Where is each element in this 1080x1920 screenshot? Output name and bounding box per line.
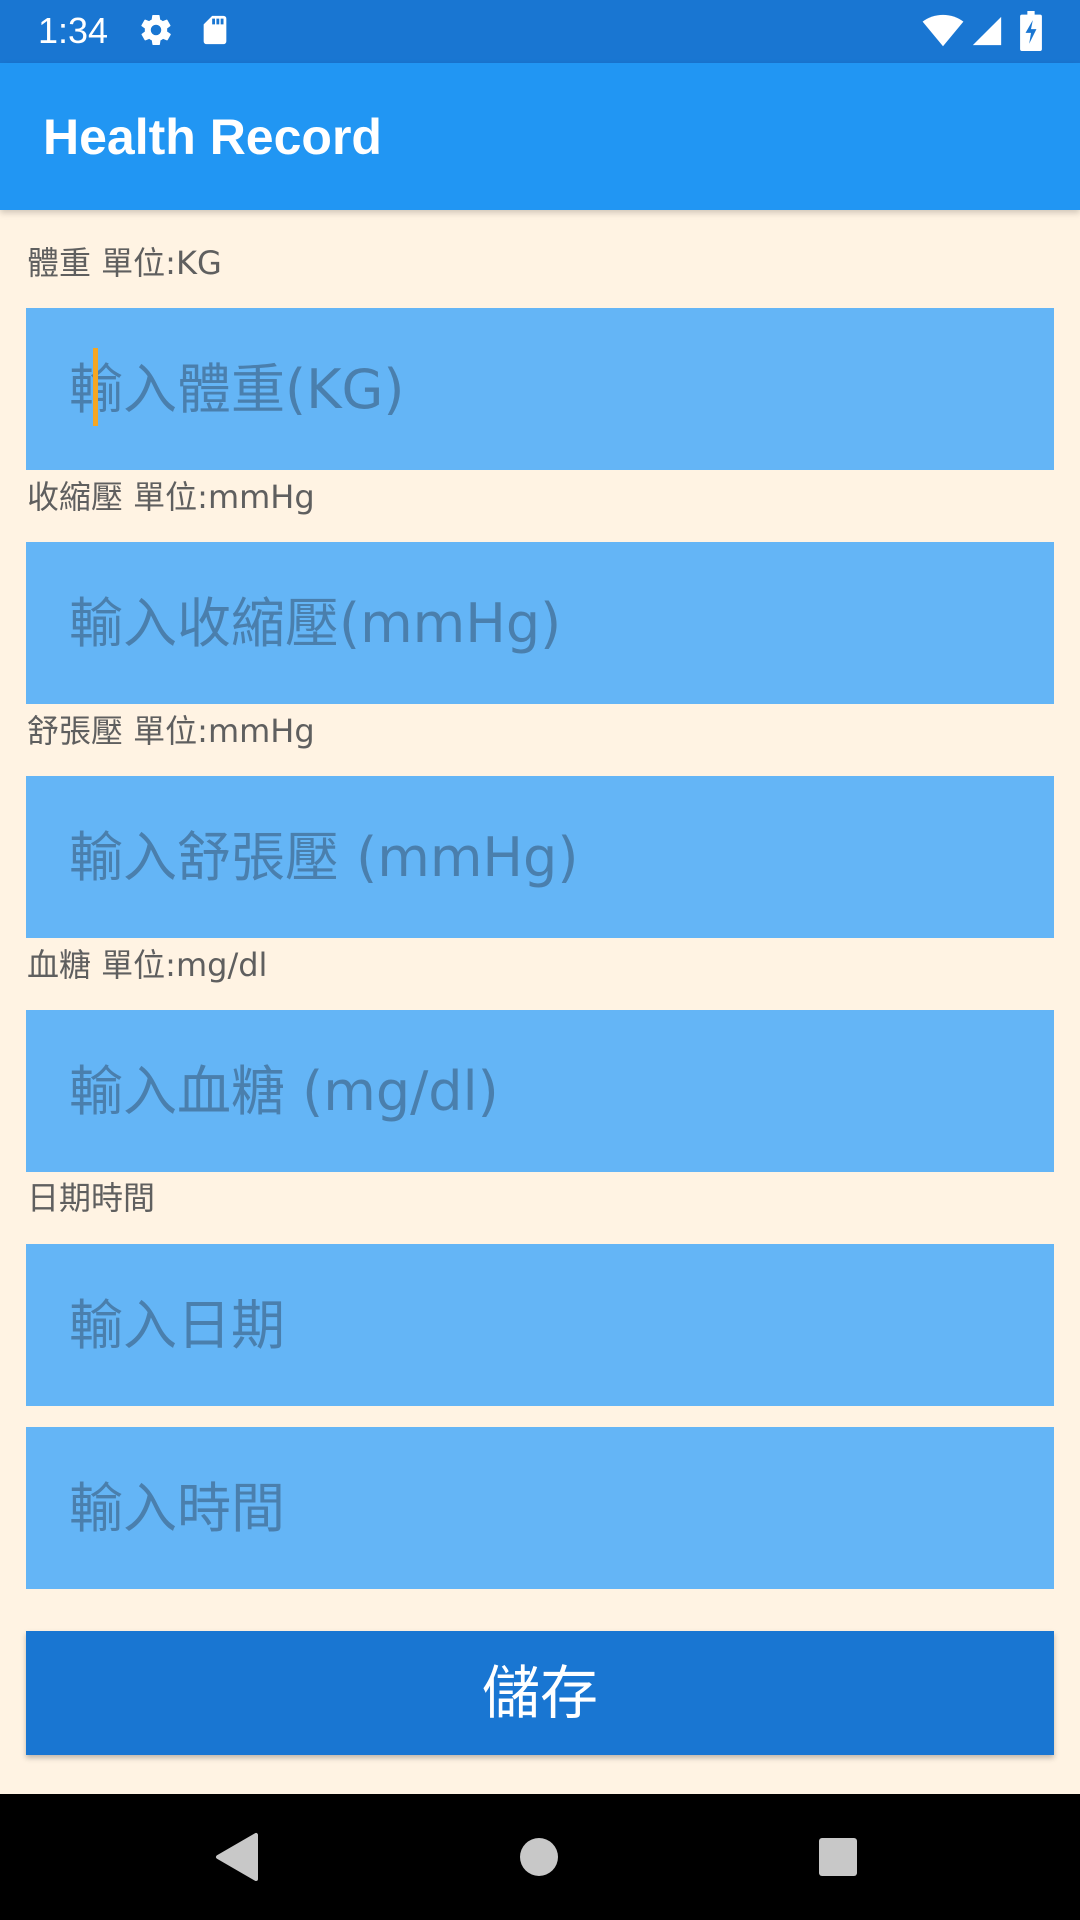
battery-charging-icon	[1020, 11, 1042, 55]
sd-card-icon	[198, 12, 232, 52]
status-time: 1:34	[38, 10, 109, 51]
app-title: Health Record	[43, 109, 382, 165]
text-cursor	[93, 348, 98, 426]
date-input[interactable]	[26, 1244, 1054, 1406]
gear-icon	[138, 12, 174, 52]
app-bar: Health Record	[0, 63, 1080, 210]
datetime-label: 日期時間	[27, 1179, 156, 1217]
home-icon[interactable]	[459, 1794, 619, 1920]
save-button[interactable]: 儲存	[26, 1631, 1054, 1755]
diastolic-input[interactable]	[26, 776, 1054, 938]
screen: 1:34 Health Record 體重 單位:KG 輸入體重(KG) 收縮壓…	[0, 0, 1080, 1920]
blood-sugar-field-container	[26, 1010, 1054, 1172]
blood-sugar-input[interactable]	[26, 1010, 1054, 1172]
time-input[interactable]	[26, 1427, 1054, 1589]
weight-field-container	[26, 308, 1054, 470]
weight-input[interactable]	[26, 308, 1054, 470]
systolic-input[interactable]	[26, 542, 1054, 704]
recents-icon[interactable]	[758, 1794, 918, 1920]
diastolic-label: 舒張壓 單位:mmHg	[27, 712, 315, 750]
systolic-field-container	[26, 542, 1054, 704]
status-bar: 1:34	[0, 0, 1080, 63]
blood-sugar-label: 血糖 單位:mg/dl	[27, 946, 268, 984]
diastolic-field-container	[26, 776, 1054, 938]
wifi-icon	[922, 14, 964, 52]
back-icon[interactable]	[158, 1794, 318, 1920]
weight-label: 體重 單位:KG	[27, 244, 222, 282]
systolic-label: 收縮壓 單位:mmHg	[27, 478, 315, 516]
cellular-signal-icon	[970, 14, 1004, 52]
time-field-container	[26, 1427, 1054, 1589]
date-field-container	[26, 1244, 1054, 1406]
navigation-bar	[0, 1794, 1080, 1920]
